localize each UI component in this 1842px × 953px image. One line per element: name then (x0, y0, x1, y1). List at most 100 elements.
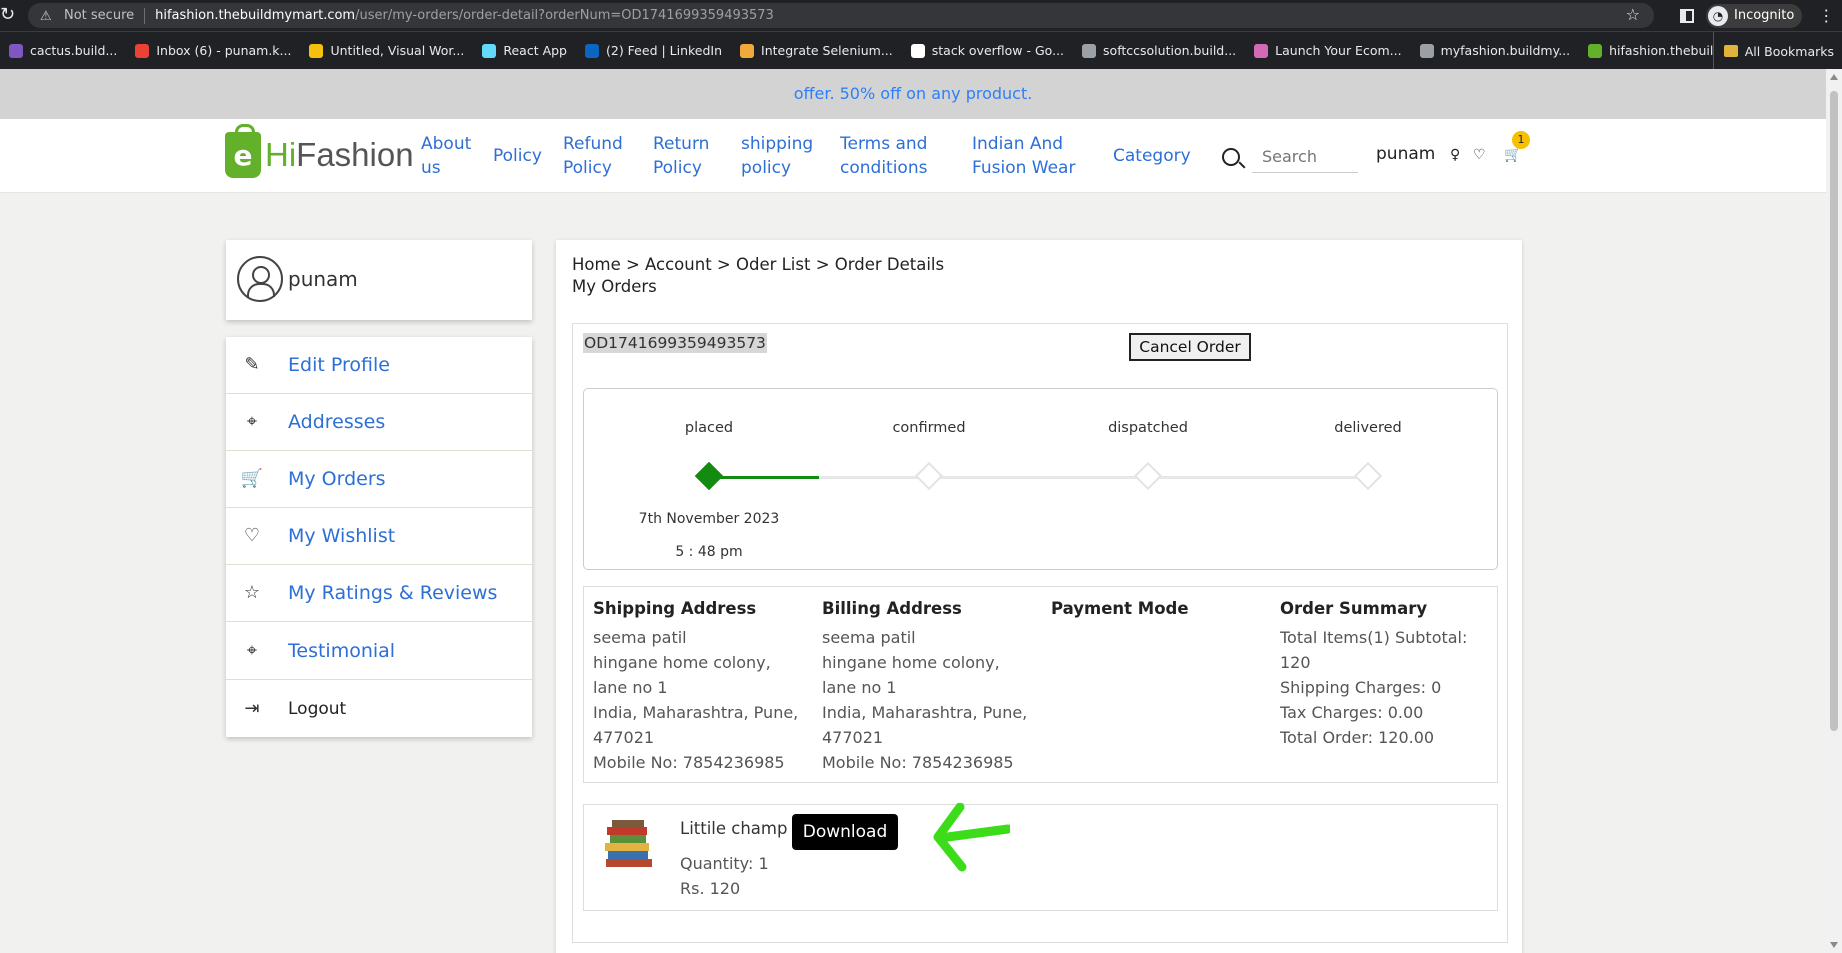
nav-policy[interactable]: Policy (493, 144, 542, 168)
address-line: lane no 1 (822, 678, 897, 697)
nav-label: Category (1113, 146, 1191, 166)
bookmark-item[interactable]: (2) Feed | LinkedIn (576, 43, 731, 58)
site-header: e HiFashion About us Policy Refund Policy … (0, 119, 1826, 193)
bookmark-star-icon[interactable]: ☆ (1626, 5, 1640, 24)
all-bookmarks-button[interactable]: All Bookmarks (1712, 32, 1834, 69)
sidebar-item-my-orders[interactable]: 🛒 My Orders (226, 451, 532, 508)
bookmark-item[interactable]: Untitled, Visual Wor... (300, 43, 473, 58)
divider (144, 7, 146, 24)
bookmark-favicon-icon (309, 43, 324, 58)
wishlist-heart-icon[interactable]: ♡ (1473, 147, 1486, 163)
bookmark-favicon-icon (1082, 43, 1097, 58)
address-line: 477021 (593, 728, 655, 747)
bookmark-label: React App (503, 43, 567, 58)
page: offer. 50% off on any product. e HiFashi… (0, 69, 1826, 953)
search-icon[interactable] (1222, 148, 1240, 166)
incognito-icon: ◔ (1708, 5, 1728, 26)
cart-icon: 🛒 (240, 468, 264, 489)
step-label-delivered: delivered (1334, 420, 1402, 436)
order-item: Littile champ Download Quantity: 1 Rs. 1… (583, 804, 1498, 911)
account-menu: ✎ Edit Profile ⌖ Addresses 🛒 My Orders ♡… (226, 337, 532, 737)
sidebar-item-label: My Orders (288, 468, 386, 490)
logout-icon: ⇥ (244, 697, 260, 719)
shipping-address-title: Shipping Address (593, 599, 757, 618)
browser-toolbar: ↻ ⚠ Not secure hifashion.thebuildmymart.… (0, 0, 1842, 31)
bookmark-item[interactable]: Integrate Selenium... (731, 43, 902, 58)
incognito-label: Incognito (1734, 8, 1795, 23)
user-icon[interactable]: ♀ (1450, 147, 1460, 163)
sidebar-item-my-wishlist[interactable]: ♡ My Wishlist (226, 508, 532, 565)
bookmark-item[interactable]: Launch Your Ecom... (1245, 43, 1410, 58)
address-line: seema patil (593, 628, 687, 647)
nav-terms[interactable]: Terms and conditions (840, 132, 927, 180)
cart-icon[interactable]: 🛒 (1504, 147, 1521, 163)
bookmark-favicon-icon (1419, 43, 1434, 58)
scroll-down-icon[interactable] (1830, 942, 1838, 948)
bookmark-item[interactable]: softccsolution.build... (1073, 43, 1245, 58)
scroll-thumb[interactable] (1830, 91, 1838, 731)
product-quantity: Quantity: 1 (680, 854, 769, 873)
summary-line: Tax Charges: 0.00 (1280, 703, 1424, 722)
side-panel-icon[interactable] (1680, 8, 1694, 23)
nav-indian-fusion[interactable]: Indian And Fusion Wear (972, 132, 1075, 180)
nav-refund-policy[interactable]: Refund Policy (563, 132, 623, 180)
bookmark-item[interactable]: Inbox (6) - punam.k... (126, 43, 300, 58)
sidebar-item-label: Edit Profile (288, 354, 390, 376)
edit-icon: ✎ (244, 354, 260, 375)
scroll-up-icon[interactable] (1830, 74, 1838, 80)
header-username[interactable]: punam (1376, 144, 1435, 164)
billing-address-title: Billing Address (822, 599, 962, 618)
location-pin-icon: ⌖ (246, 411, 258, 432)
sidebar-item-label: My Wishlist (288, 525, 396, 547)
nav-label-2: Fusion Wear (972, 158, 1076, 178)
bookmark-item[interactable]: cactus.build... (0, 43, 126, 58)
nav-label: About (421, 134, 472, 154)
warning-icon: ⚠ (40, 8, 52, 24)
product-name[interactable]: Littile champ (680, 819, 787, 838)
sidebar-item-ratings-reviews[interactable]: ☆ My Ratings & Reviews (226, 565, 532, 622)
page-scrollbar[interactable] (1826, 69, 1842, 953)
logo-bag-icon: e (225, 124, 261, 178)
order-info-section: Shipping Address seema patil hingane hom… (583, 586, 1498, 783)
menu-kebab-icon[interactable]: ⋮ (1818, 6, 1834, 25)
nav-about-us[interactable]: About us (421, 132, 471, 180)
address-bar[interactable]: ⚠ Not secure hifashion.thebuildmymart.co… (28, 3, 1654, 28)
incognito-badge[interactable]: ◔ Incognito (1706, 3, 1803, 28)
site-logo[interactable]: e HiFashion (225, 124, 414, 178)
step-marker-dispatched (1133, 461, 1163, 491)
bookmark-favicon-icon (482, 43, 497, 58)
sidebar-item-addresses[interactable]: ⌖ Addresses (226, 394, 532, 451)
nav-return-policy[interactable]: Return Policy (653, 132, 709, 180)
order-status-tracker: placed confirmed dispatched delivered 7t… (583, 388, 1498, 570)
heart-icon: ♡ (243, 525, 261, 546)
reload-icon[interactable]: ↻ (0, 5, 16, 25)
url-path: /user/my-orders/order-detail?orderNum=OD… (355, 8, 774, 23)
sidebar-item-logout[interactable]: ⇥ Logout (226, 680, 532, 737)
nav-label-2: conditions (840, 158, 928, 178)
sidebar-user-card: punam (226, 240, 532, 320)
nav-category[interactable]: Category (1113, 144, 1191, 168)
sidebar-item-testimonial[interactable]: ⌖ Testimonial (226, 623, 532, 680)
address-line: Mobile No: 7854236985 (822, 753, 1014, 772)
breadcrumb[interactable]: Home > Account > Oder List > Order Detai… (572, 255, 944, 274)
bookmark-item[interactable]: myfashion.buildmy... (1411, 43, 1580, 58)
summary-line: Total Items(1) Subtotal: (1280, 628, 1468, 647)
bookmark-label: (2) Feed | LinkedIn (606, 43, 723, 58)
nav-label: Return (653, 134, 710, 154)
address-line: 477021 (822, 728, 884, 747)
address-line: seema patil (822, 628, 916, 647)
search-bar (1222, 141, 1358, 173)
bookmark-item[interactable]: stack overflow - Go... (902, 43, 1073, 58)
sidebar-item-edit-profile[interactable]: ✎ Edit Profile (226, 337, 532, 394)
nav-label-2: Policy (653, 158, 702, 178)
bookmark-item[interactable]: React App (473, 43, 576, 58)
step-marker-confirmed (914, 461, 944, 491)
cancel-order-button[interactable]: Cancel Order (1129, 333, 1251, 361)
offer-banner[interactable]: offer. 50% off on any product. (0, 69, 1826, 119)
download-button[interactable]: Download (792, 814, 898, 850)
address-line: lane no 1 (593, 678, 668, 697)
search-input[interactable] (1252, 141, 1358, 173)
nav-shipping-policy[interactable]: shipping policy (741, 132, 813, 180)
bookmark-favicon-icon (1588, 43, 1603, 58)
bookmark-label: Inbox (6) - punam.k... (156, 43, 292, 58)
